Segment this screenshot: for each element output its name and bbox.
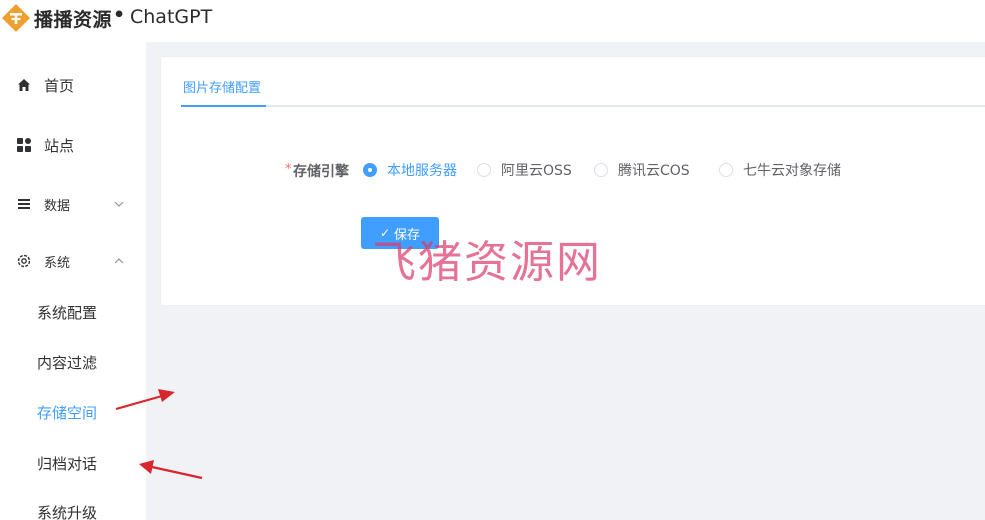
sidebar-subitem-label: 归档对话 xyxy=(37,454,98,473)
save-button-label: 保存 xyxy=(394,227,421,243)
radio-label: 本地服务器 xyxy=(387,163,457,179)
sidebar-item-home[interactable]: 首页 xyxy=(0,65,146,105)
sidebar-subitem-archive-chats[interactable]: 归档对话 xyxy=(0,445,146,481)
chevron-down-icon xyxy=(114,201,124,207)
tab-image-storage-config[interactable]: 图片存储配置 xyxy=(183,77,261,96)
tab-bar: 图片存储配置 xyxy=(181,57,985,107)
required-mark: * xyxy=(285,162,292,177)
sidebar-item-data[interactable]: 数据 xyxy=(0,184,146,224)
save-button[interactable]: ✓ 保存 xyxy=(361,217,439,249)
sidebar-subitem-label: 存储空间 xyxy=(37,403,98,422)
sidebar-subitem-label: 系统升级 xyxy=(37,503,98,520)
brand-name: 播播资源 xyxy=(34,9,113,31)
sidebar-item-label: 系统 xyxy=(44,255,71,271)
sidebar-subitem-content-filter[interactable]: 内容过滤 xyxy=(0,344,146,380)
chevron-up-icon xyxy=(114,258,124,264)
app-title: ChatGPT xyxy=(130,6,213,28)
radio-label: 阿里云OSS xyxy=(501,163,572,179)
radio-qiniu-storage[interactable]: 七牛云对象存储 xyxy=(719,160,841,180)
sidebar-subitem-label: 系统配置 xyxy=(37,303,98,322)
sidebar-subitem-storage[interactable]: 存储空间 xyxy=(0,394,146,430)
radio-unchecked-icon xyxy=(477,163,491,177)
sidebar-item-sites[interactable]: 站点 xyxy=(0,125,146,165)
radio-label: 腾讯云COS xyxy=(618,163,690,179)
radio-tencent-cos[interactable]: 腾讯云COS xyxy=(594,160,690,180)
gear-icon xyxy=(16,253,32,269)
sidebar-item-system[interactable]: 系统 xyxy=(0,241,146,281)
active-tab-indicator xyxy=(181,105,266,107)
radio-label: 七牛云对象存储 xyxy=(743,163,841,179)
brand-separator: • xyxy=(113,4,126,26)
radio-aliyun-oss[interactable]: 阿里云OSS xyxy=(477,160,572,180)
logo-icon xyxy=(2,4,30,32)
radio-local-server[interactable]: 本地服务器 xyxy=(363,160,457,180)
app-root: 播播资源 • ChatGPT 首页 站点 数据 系统 系统配置 内容过滤 存储空… xyxy=(0,0,985,520)
sidebar-item-label: 数据 xyxy=(44,198,71,214)
storage-config-card: 图片存储配置 * 存储引擎 本地服务器 阿里云OSS 腾讯云COS 七牛云对象存… xyxy=(160,56,985,306)
main-content: 图片存储配置 * 存储引擎 本地服务器 阿里云OSS 腾讯云COS 七牛云对象存… xyxy=(146,42,985,520)
radio-unchecked-icon xyxy=(719,163,733,177)
top-header: 播播资源 • ChatGPT xyxy=(0,0,985,42)
sidebar-subitem-system-config[interactable]: 系统配置 xyxy=(0,294,146,330)
grid-icon xyxy=(16,137,32,153)
storage-engine-label: 存储引擎 xyxy=(293,164,349,180)
sidebar-subitem-system-upgrade[interactable]: 系统升级 xyxy=(0,494,146,520)
sidebar-item-label: 站点 xyxy=(44,136,75,155)
sidebar: 首页 站点 数据 系统 系统配置 内容过滤 存储空间 归档对话 系统升级 xyxy=(0,42,146,520)
home-icon xyxy=(16,77,32,93)
check-icon: ✓ xyxy=(379,226,391,240)
list-icon xyxy=(16,196,32,212)
sidebar-item-label: 首页 xyxy=(44,76,75,95)
radio-unchecked-icon xyxy=(594,163,608,177)
storage-engine-row: * 存储引擎 本地服务器 阿里云OSS 腾讯云COS 七牛云对象存储 xyxy=(161,155,985,185)
sidebar-subitem-label: 内容过滤 xyxy=(37,353,98,372)
radio-checked-icon xyxy=(363,163,377,177)
